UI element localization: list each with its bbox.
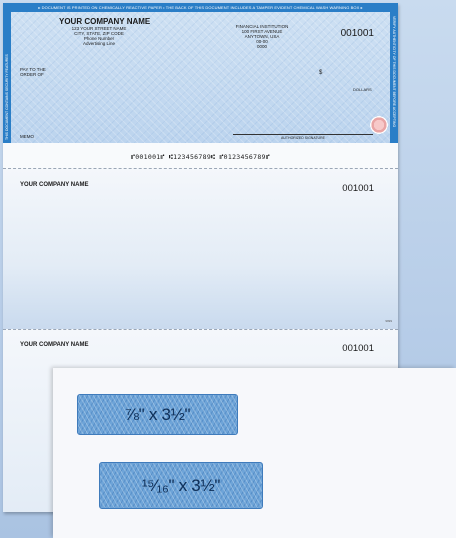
voucher-stub-1: YOUR COMPANY NAME 001001 9999 (3, 169, 398, 329)
stub2-check-number: 001001 (342, 343, 374, 354)
dollars-label: DOLLARS (353, 87, 372, 92)
window-2-size-label: ¹⁵⁄₁₆" x 3½" (141, 475, 221, 495)
company-advertising-line: Advertising Line (82, 41, 116, 46)
right-security-border: VERIFY AUTHENTICITY OF THIS DOCUMENT BEF… (390, 12, 398, 143)
bank-routing: 0000 (256, 44, 267, 49)
stub1-company-name: YOUR COMPANY NAME (20, 182, 89, 188)
security-warning-banner: ▸ DOCUMENT IS PRINTED ON CHEMICALLY REAC… (3, 3, 398, 12)
company-name: YOUR COMPANY NAME (59, 17, 151, 26)
right-security-text: VERIFY AUTHENTICITY OF THIS DOCUMENT BEF… (392, 16, 396, 128)
window-envelope: ⅞" x 3½" ¹⁵⁄₁₆" x 3½" (53, 368, 456, 538)
check-number: 001001 (340, 28, 374, 39)
micr-line: ⑈001001⑈ ⑆123456789⑆ ⑈0123456789⑈ (131, 153, 270, 161)
security-seal-icon (370, 116, 388, 134)
stub2-company-name: YOUR COMPANY NAME (20, 342, 89, 348)
window-1-size-label: ⅞" x 3½" (124, 404, 191, 424)
signature-label: AUTHORIZED SIGNATURE (281, 136, 325, 140)
memo-label: MEMO (20, 134, 34, 139)
signature-line (233, 134, 373, 135)
pay-to-label-line2: ORDER OF (20, 72, 44, 77)
left-security-text: THIS DOCUMENT CONTAINS SECURITY FEATURES (5, 54, 9, 140)
stub1-form-code: 9999 (385, 319, 392, 323)
check-face: ▸ DOCUMENT IS PRINTED ON CHEMICALLY REAC… (3, 3, 398, 143)
stub1-check-number: 001001 (342, 183, 374, 194)
dollar-sign: $ (319, 70, 323, 76)
pay-to-label: PAY TO THE ORDER OF (20, 67, 46, 77)
envelope-window-1: ⅞" x 3½" (77, 394, 238, 435)
envelope-window-2: ¹⁵⁄₁₆" x 3½" (99, 462, 263, 509)
left-security-border: THIS DOCUMENT CONTAINS SECURITY FEATURES (3, 12, 11, 143)
